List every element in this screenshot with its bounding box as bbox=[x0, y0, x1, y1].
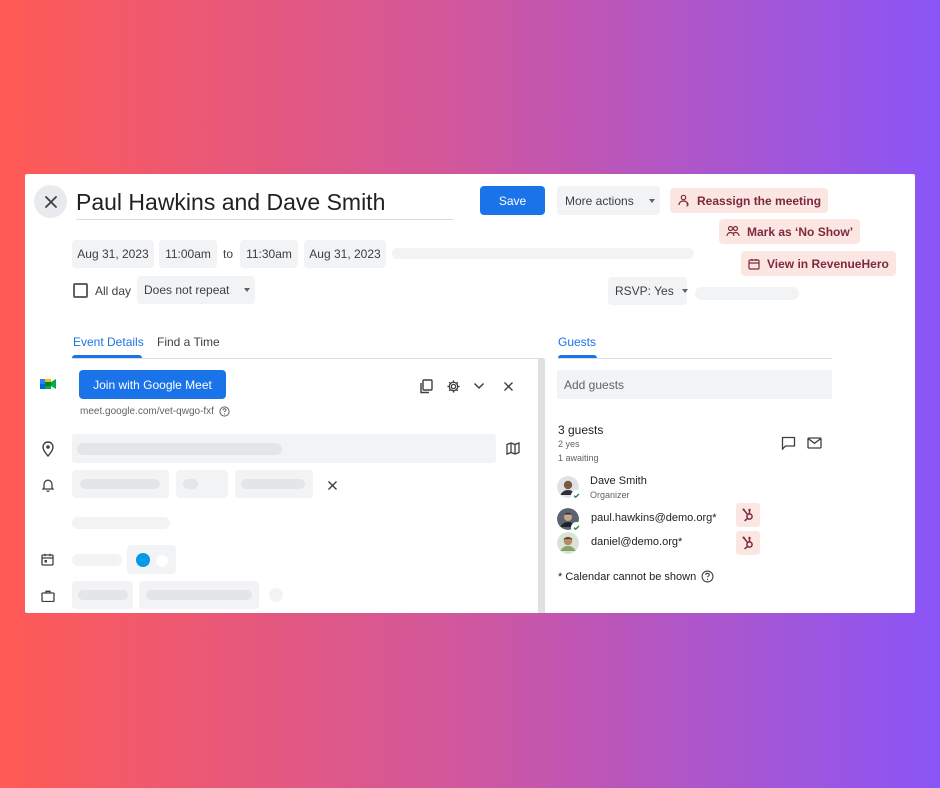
guest-name: daniel@demo.org* bbox=[591, 536, 683, 548]
calendar-name-placeholder bbox=[72, 554, 122, 566]
view-in-revenuehero-label: View in RevenueHero bbox=[767, 256, 889, 271]
rsvp-placeholder bbox=[695, 287, 799, 300]
start-date-field[interactable]: Aug 31, 2023 bbox=[72, 240, 154, 268]
save-button[interactable]: Save bbox=[480, 186, 545, 215]
chevron-down-icon bbox=[681, 289, 688, 293]
timezone-placeholder bbox=[392, 248, 694, 259]
chevron-down-icon[interactable] bbox=[472, 379, 486, 393]
tab-guests[interactable]: Guests bbox=[558, 335, 596, 349]
notification-unit-placeholder bbox=[241, 479, 305, 489]
rsvp-value: RSVP: Yes bbox=[615, 284, 674, 298]
avatar bbox=[557, 476, 582, 501]
guest-yes-count: 2 yes bbox=[558, 439, 580, 449]
tab-find-a-time[interactable]: Find a Time bbox=[157, 335, 220, 349]
calendar-color-option bbox=[156, 555, 168, 567]
chat-icon[interactable] bbox=[780, 435, 796, 450]
mark-no-show-label: Mark as ‘No Show’ bbox=[747, 224, 854, 239]
notification-amount-placeholder bbox=[183, 479, 198, 489]
copy-icon[interactable] bbox=[418, 378, 434, 394]
tabs-divider bbox=[72, 358, 544, 359]
visibility-placeholder bbox=[146, 590, 252, 600]
guest-name: Dave Smith bbox=[590, 475, 647, 487]
reassign-icon bbox=[678, 194, 689, 207]
calendar-icon bbox=[748, 258, 760, 270]
location-placeholder bbox=[77, 443, 282, 455]
more-actions-button[interactable]: More actions bbox=[557, 186, 660, 215]
calendar-note-row: * Calendar cannot be shown bbox=[558, 570, 714, 583]
remove-notification-icon[interactable] bbox=[325, 478, 339, 492]
hubspot-icon bbox=[742, 536, 753, 550]
hubspot-button[interactable] bbox=[736, 503, 760, 527]
to-label: to bbox=[223, 247, 234, 261]
gear-icon[interactable] bbox=[445, 378, 461, 394]
hubspot-icon bbox=[742, 508, 753, 522]
visibility-help-placeholder bbox=[269, 588, 283, 602]
accepted-check-icon bbox=[571, 490, 582, 501]
hubspot-button[interactable] bbox=[736, 531, 760, 555]
avatar bbox=[557, 532, 579, 554]
help-icon[interactable] bbox=[701, 570, 714, 583]
map-icon[interactable] bbox=[505, 441, 520, 456]
end-time-field[interactable]: 11:30am bbox=[240, 240, 298, 268]
guests-divider bbox=[558, 358, 832, 359]
event-edit-card: Paul Hawkins and Dave Smith Save More ac… bbox=[25, 174, 915, 613]
reassign-meeting-label: Reassign the meeting bbox=[697, 193, 822, 208]
bell-icon bbox=[41, 477, 54, 492]
calendar-color-picker[interactable] bbox=[127, 545, 176, 574]
close-button[interactable] bbox=[34, 185, 67, 218]
calendar-note: * Calendar cannot be shown bbox=[558, 570, 697, 583]
calendar-color-dot bbox=[136, 553, 150, 567]
email-icon[interactable] bbox=[806, 435, 822, 450]
end-date-field[interactable]: Aug 31, 2023 bbox=[304, 240, 386, 268]
google-meet-icon bbox=[39, 377, 57, 391]
availability-placeholder bbox=[78, 590, 128, 600]
guest-role: Organizer bbox=[590, 490, 630, 500]
view-in-revenuehero-button[interactable]: View in RevenueHero bbox=[741, 251, 896, 276]
remove-meet-icon[interactable] bbox=[501, 379, 515, 393]
add-guests-input[interactable]: Add guests bbox=[557, 370, 832, 399]
meet-link-row: meet.google.com/vet-qwgo-fxf bbox=[80, 406, 230, 417]
rsvp-dropdown[interactable]: RSVP: Yes bbox=[608, 277, 688, 305]
guest-count: 3 guests bbox=[558, 423, 604, 437]
close-icon bbox=[44, 195, 57, 208]
mark-no-show-button[interactable]: Mark as ‘No Show’ bbox=[719, 219, 861, 244]
calendar-icon bbox=[40, 552, 55, 567]
chevron-down-icon bbox=[244, 288, 251, 292]
meet-link[interactable]: meet.google.com/vet-qwgo-fxf bbox=[80, 406, 214, 417]
add-notification-placeholder[interactable] bbox=[72, 517, 170, 529]
avatar bbox=[557, 508, 582, 533]
guest-awaiting-count: 1 awaiting bbox=[558, 453, 599, 463]
location-pin-icon bbox=[40, 440, 55, 458]
chevron-down-icon bbox=[648, 198, 655, 203]
more-actions-label: More actions bbox=[565, 193, 634, 208]
tab-event-details[interactable]: Event Details bbox=[73, 335, 144, 349]
details-scrollbar[interactable] bbox=[538, 359, 545, 613]
reassign-meeting-button[interactable]: Reassign the meeting bbox=[670, 188, 829, 213]
all-day-label: All day bbox=[95, 284, 132, 298]
guest-name: paul.hawkins@demo.org* bbox=[591, 512, 717, 524]
briefcase-icon bbox=[40, 589, 55, 603]
join-google-meet-button[interactable]: Join with Google Meet bbox=[79, 370, 226, 399]
help-icon[interactable] bbox=[219, 406, 230, 417]
notification-type-placeholder bbox=[80, 479, 160, 489]
no-show-icon bbox=[726, 225, 740, 237]
event-title-input[interactable]: Paul Hawkins and Dave Smith bbox=[76, 187, 453, 220]
start-time-field[interactable]: 11:00am bbox=[159, 240, 217, 268]
repeat-value: Does not repeat bbox=[144, 283, 230, 297]
all-day-checkbox[interactable] bbox=[73, 283, 88, 298]
repeat-dropdown[interactable]: Does not repeat bbox=[137, 276, 255, 304]
